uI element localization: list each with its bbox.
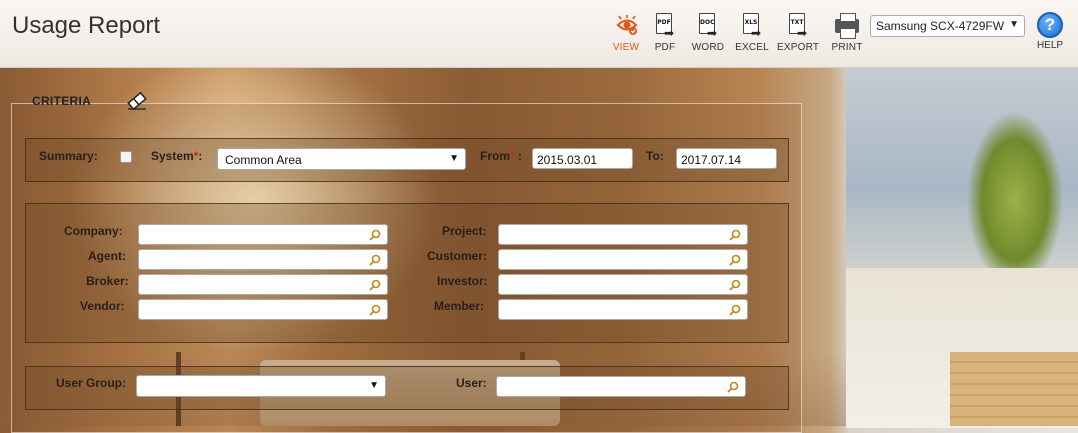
user-group-label: User Group: bbox=[56, 376, 127, 390]
from-date-input[interactable]: 2015.03.01 bbox=[532, 148, 633, 169]
word-button[interactable]: DOC ➡ WORD bbox=[687, 12, 729, 53]
broker-label: Broker: bbox=[86, 274, 129, 288]
print-button[interactable]: PRINT bbox=[826, 12, 868, 53]
excel-label: EXCEL bbox=[735, 42, 769, 53]
view-eye-icon bbox=[613, 12, 639, 40]
printer-select[interactable]: Samsung SCX-4729FW ▼ bbox=[870, 15, 1025, 37]
search-icon[interactable] bbox=[728, 303, 742, 317]
system-label: System*: bbox=[151, 149, 203, 163]
to-date-input[interactable]: 2017.07.14 bbox=[676, 148, 777, 169]
search-icon[interactable] bbox=[728, 228, 742, 242]
from-label: From* : bbox=[480, 149, 523, 163]
help-label: HELP bbox=[1036, 40, 1064, 51]
chevron-down-icon: ▼ bbox=[1009, 19, 1019, 30]
company-label: Company: bbox=[64, 224, 123, 238]
view-button[interactable]: VIEW bbox=[605, 12, 647, 53]
project-label: Project: bbox=[442, 224, 487, 238]
summary-label: Summary: bbox=[39, 149, 98, 163]
report-header: Usage Report VIEW PDF ➡ PDF DOC ➡ WORD X… bbox=[0, 0, 1078, 68]
eraser-icon[interactable] bbox=[126, 91, 148, 111]
printer-select-value: Samsung SCX-4729FW bbox=[876, 19, 1005, 33]
vendor-label: Vendor: bbox=[80, 299, 125, 313]
user-lookup[interactable] bbox=[496, 376, 746, 397]
broker-lookup[interactable] bbox=[138, 274, 388, 295]
pdf-icon: PDF ➡ bbox=[652, 12, 678, 40]
system-select[interactable]: Common Area ▼ bbox=[217, 148, 466, 170]
user-group-select[interactable]: ▼ bbox=[136, 375, 386, 397]
export-button[interactable]: TXT ➡ EXPORT bbox=[777, 12, 819, 53]
customer-label: Customer: bbox=[427, 249, 488, 263]
export-label: EXPORT bbox=[777, 42, 820, 53]
system-select-value: Common Area bbox=[225, 153, 302, 167]
help-button[interactable]: ? HELP bbox=[1030, 12, 1070, 51]
word-icon: DOC ➡ bbox=[695, 12, 721, 40]
search-icon[interactable] bbox=[368, 228, 382, 242]
user-label: User: bbox=[456, 376, 487, 390]
help-icon: ? bbox=[1037, 12, 1063, 38]
investor-lookup[interactable] bbox=[498, 274, 748, 295]
member-lookup[interactable] bbox=[498, 299, 748, 320]
view-label: VIEW bbox=[612, 42, 640, 53]
company-lookup[interactable] bbox=[138, 224, 388, 245]
search-icon[interactable] bbox=[368, 278, 382, 292]
chevron-down-icon: ▼ bbox=[449, 153, 459, 164]
print-label: PRINT bbox=[831, 42, 863, 53]
excel-button[interactable]: XLS ➡ EXCEL bbox=[731, 12, 773, 53]
background-floor bbox=[950, 352, 1078, 426]
printer-icon bbox=[834, 12, 860, 40]
export-icon: TXT ➡ bbox=[785, 12, 811, 40]
agent-label: Agent: bbox=[88, 249, 126, 263]
required-mark: * bbox=[193, 149, 199, 163]
to-label: To: bbox=[646, 149, 664, 163]
page-title: Usage Report bbox=[12, 12, 161, 39]
investor-label: Investor: bbox=[437, 274, 488, 288]
required-mark: * bbox=[510, 149, 515, 163]
pdf-label: PDF bbox=[654, 42, 676, 53]
search-icon[interactable] bbox=[728, 253, 742, 267]
customer-lookup[interactable] bbox=[498, 249, 748, 270]
vendor-lookup[interactable] bbox=[138, 299, 388, 320]
excel-icon: XLS ➡ bbox=[739, 12, 765, 40]
search-icon[interactable] bbox=[726, 380, 740, 394]
chevron-down-icon: ▼ bbox=[369, 380, 379, 391]
criteria-legend: CRITERIA bbox=[32, 94, 92, 108]
search-icon[interactable] bbox=[728, 278, 742, 292]
search-icon[interactable] bbox=[368, 303, 382, 317]
member-label: Member: bbox=[434, 299, 485, 313]
summary-checkbox[interactable] bbox=[120, 151, 132, 163]
project-lookup[interactable] bbox=[498, 224, 748, 245]
agent-lookup[interactable] bbox=[138, 249, 388, 270]
search-icon[interactable] bbox=[368, 253, 382, 267]
word-label: WORD bbox=[691, 42, 725, 53]
pdf-button[interactable]: PDF ➡ PDF bbox=[644, 12, 686, 53]
